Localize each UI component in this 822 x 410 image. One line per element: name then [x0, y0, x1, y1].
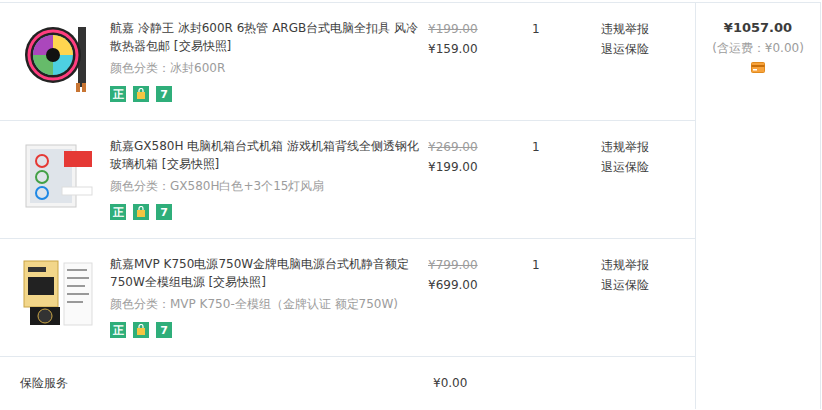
price-cell: ¥269.00¥199.00	[428, 137, 532, 238]
product-image[interactable]	[20, 19, 95, 94]
product-image[interactable]	[20, 137, 95, 212]
service-badges: 正7	[110, 204, 422, 220]
service-badge[interactable]: 7	[156, 204, 172, 220]
service-badge[interactable]: 7	[156, 86, 172, 102]
sku-label: 颜色分类：GX580H白色+3个15灯风扇	[110, 177, 422, 195]
sku-label: 颜色分类：冰封600R	[110, 59, 422, 77]
snapshot-link[interactable]: [交易快照]	[174, 39, 231, 53]
service-bag-icon[interactable]	[133, 322, 149, 338]
order-item-row: 航嘉GX580H 电脑机箱台式机箱 游戏机箱背线全侧透钢化玻璃机箱 [交易快照]…	[0, 121, 695, 239]
item-title-text[interactable]: 航嘉 冷静王 冰封600R 6热管 ARGB台式电脑全扣具 风冷散热器包邮	[110, 21, 418, 53]
sku-label: 颜色分类：MVP K750-全模组（金牌认证 额定750W)	[110, 295, 422, 313]
payment-card-icon[interactable]	[751, 62, 765, 73]
shipping-note: (含运费：¥0.00)	[712, 38, 804, 58]
items-column: 航嘉 冷静王 冰封600R 6热管 ARGB台式电脑全扣具 风冷散热器包邮 [交…	[0, 3, 695, 409]
service-badge[interactable]: 正	[110, 204, 126, 220]
quantity-cell: 1	[532, 255, 601, 356]
snapshot-link[interactable]: [交易快照]	[209, 275, 266, 289]
action-link[interactable]: 退运保险	[601, 39, 695, 59]
product-image[interactable]	[20, 255, 95, 330]
service-bag-icon[interactable]	[133, 204, 149, 220]
order-item-row: 航嘉MVP K750电源750W金牌电脑电源台式机静音额定750W全模组电源 […	[0, 239, 695, 357]
item-title[interactable]: 航嘉 冷静王 冰封600R 6热管 ARGB台式电脑全扣具 风冷散热器包邮 [交…	[110, 19, 422, 55]
price-cell: ¥199.00¥159.00	[428, 19, 532, 120]
original-price: ¥269.00	[428, 137, 532, 157]
original-price: ¥799.00	[428, 255, 532, 275]
order-total: ¥1057.00	[724, 18, 792, 38]
original-price: ¥199.00	[428, 19, 532, 39]
item-title-text[interactable]: 航嘉GX580H 电脑机箱台式机箱 游戏机箱背线全侧透钢化玻璃机箱	[110, 139, 419, 171]
action-link[interactable]: 违规举报	[601, 137, 695, 157]
service-badges: 正7	[110, 322, 422, 338]
item-info: 航嘉GX580H 电脑机箱台式机箱 游戏机箱背线全侧透钢化玻璃机箱 [交易快照]…	[110, 137, 422, 238]
price: ¥199.00	[428, 157, 532, 177]
service-badges: 正7	[110, 86, 422, 102]
item-info: 航嘉MVP K750电源750W金牌电脑电源台式机静音额定750W全模组电源 […	[110, 255, 422, 356]
snapshot-link[interactable]: [交易快照]	[162, 157, 219, 171]
quantity: 1	[532, 137, 601, 157]
order-table: 航嘉 冷静王 冰封600R 6热管 ARGB台式电脑全扣具 风冷散热器包邮 [交…	[0, 2, 821, 409]
service-badge[interactable]: 正	[110, 86, 126, 102]
order-item-row: 航嘉 冷静王 冰封600R 6热管 ARGB台式电脑全扣具 风冷散热器包邮 [交…	[0, 3, 695, 121]
action-link[interactable]: 违规举报	[601, 255, 695, 275]
quantity: 1	[532, 255, 601, 275]
price: ¥159.00	[428, 39, 532, 59]
price: ¥699.00	[428, 275, 532, 295]
price-cell: ¥799.00¥699.00	[428, 255, 532, 356]
quantity-cell: 1	[532, 19, 601, 120]
total-column: ¥1057.00(含运费：¥0.00)	[695, 3, 820, 409]
item-title[interactable]: 航嘉MVP K750电源750W金牌电脑电源台式机静音额定750W全模组电源 […	[110, 255, 422, 291]
service-bag-icon[interactable]	[133, 86, 149, 102]
quantity-cell: 1	[532, 137, 601, 238]
service-badge[interactable]: 正	[110, 322, 126, 338]
insurance-amount: ¥0.00	[433, 376, 467, 390]
item-title[interactable]: 航嘉GX580H 电脑机箱台式机箱 游戏机箱背线全侧透钢化玻璃机箱 [交易快照]	[110, 137, 422, 173]
action-link[interactable]: 退运保险	[601, 275, 695, 295]
action-link[interactable]: 退运保险	[601, 157, 695, 177]
insurance-row: 保险服务¥0.00	[0, 357, 695, 409]
actions-cell: 违规举报退运保险	[601, 137, 695, 238]
quantity: 1	[532, 19, 601, 39]
insurance-label: 保险服务	[20, 375, 433, 392]
actions-cell: 违规举报退运保险	[601, 19, 695, 120]
service-badge[interactable]: 7	[156, 322, 172, 338]
item-info: 航嘉 冷静王 冰封600R 6热管 ARGB台式电脑全扣具 风冷散热器包邮 [交…	[110, 19, 422, 120]
action-link[interactable]: 违规举报	[601, 19, 695, 39]
actions-cell: 违规举报退运保险	[601, 255, 695, 356]
